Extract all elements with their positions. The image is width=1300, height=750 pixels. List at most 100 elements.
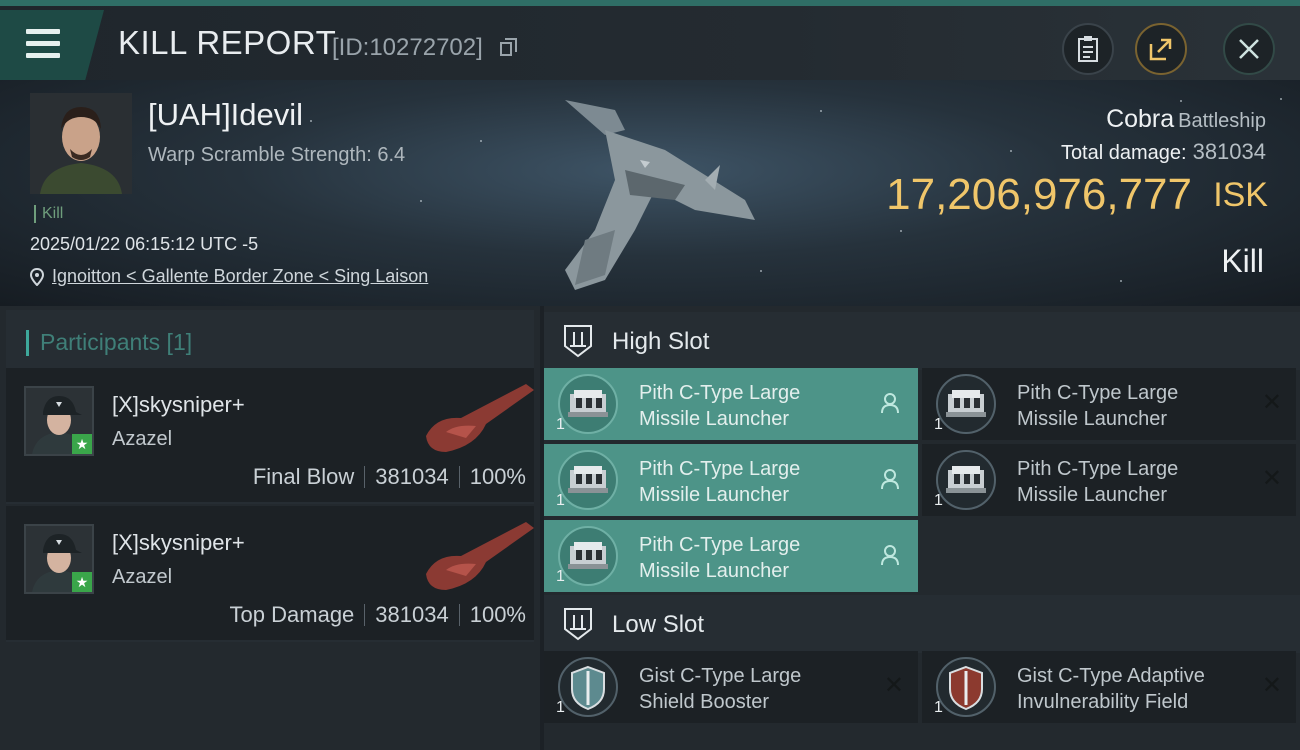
participant-row[interactable]: ★ [X]skysniper+ Azazel Final Blow 381034… <box>6 368 534 504</box>
pilot-icon <box>881 545 899 566</box>
module-name: Pith C-Type Large Missile Launcher <box>639 458 801 506</box>
clipboard-icon <box>1078 36 1098 62</box>
isk-value: 17,206,976,777 <box>886 170 1192 219</box>
location-link[interactable]: Ignoitton < Gallente Border Zone < Sing … <box>52 266 428 287</box>
kill-location[interactable]: Ignoitton < Gallente Border Zone < Sing … <box>30 266 428 287</box>
report-id: [ID:10272702] <box>332 34 483 61</box>
high-slot-header: High Slot <box>544 312 1300 370</box>
pilot-icon <box>881 469 899 490</box>
module-name: Pith C-Type Large Missile Launcher <box>639 382 801 430</box>
module-item[interactable]: 1 Gist C-Type Adaptive Invulnerability Fi… <box>922 651 1296 723</box>
module-item[interactable]: 1 Pith C-Type Large Missile Launcher ✕ <box>922 368 1296 440</box>
kill-datetime: 2025/01/22 06:15:12 UTC -5 <box>30 234 259 254</box>
share-button[interactable] <box>1135 23 1187 75</box>
avatar[interactable]: ★ <box>24 386 94 456</box>
page-title: KILL REPORT <box>118 24 337 61</box>
ship-name[interactable]: Cobra <box>1106 105 1174 133</box>
location-pin-icon <box>30 267 44 286</box>
participants-title: Participants [1] <box>40 329 193 355</box>
participants-header: Participants [1] <box>6 310 534 368</box>
participant-damage: 381034 <box>375 464 449 489</box>
victim-name[interactable]: [UAH]Idevil <box>148 97 303 133</box>
module-item[interactable]: 1 Gist C-Type Large Shield Booster ✕ <box>544 651 918 723</box>
menu-button[interactable] <box>0 10 104 80</box>
module-name: Pith C-Type Large Missile Launcher <box>1017 458 1179 506</box>
module-quantity: 1 <box>934 699 943 716</box>
module-item[interactable]: 1 Pith C-Type Large Missile Launcher <box>544 444 918 516</box>
avatar[interactable]: ★ <box>24 524 94 594</box>
clipboard-button[interactable] <box>1062 23 1114 75</box>
divider <box>364 604 366 626</box>
total-damage-value: 381034 <box>1192 139 1266 164</box>
module-quantity: 1 <box>934 416 943 433</box>
module-icon <box>558 657 618 717</box>
module-name: Pith C-Type Large Missile Launcher <box>639 534 801 582</box>
kill-tag: Kill <box>34 205 63 223</box>
participant-ship: Azazel <box>112 566 173 588</box>
module-icon <box>558 450 618 510</box>
share-icon <box>1149 38 1172 61</box>
participant-stats: Final Blow 381034 100% <box>253 464 526 490</box>
module-quantity: 1 <box>934 492 943 509</box>
module-quantity: 1 <box>556 568 565 585</box>
header-accent-bar <box>26 330 29 356</box>
module-icon <box>558 374 618 434</box>
total-damage: Total damage: 381034 <box>1061 139 1266 165</box>
participants-panel: Participants [1] ★ [X]skysniper+ Azazel … <box>0 306 540 750</box>
low-slot-title: Low Slot <box>612 611 705 638</box>
destroyed-x-icon: ✕ <box>1261 389 1282 416</box>
low-slot-header: Low Slot <box>544 595 1300 653</box>
module-name: Gist C-Type Adaptive Invulnerability Fie… <box>1017 665 1205 713</box>
ship-class: Battleship <box>1178 110 1266 132</box>
divider <box>458 604 460 626</box>
copy-icon[interactable] <box>500 38 517 56</box>
module-quantity: 1 <box>556 416 565 433</box>
participant-name[interactable]: [X]skysniper+ <box>112 530 245 556</box>
module-item[interactable]: 1 Pith C-Type Large Missile Launcher ✕ <box>922 444 1296 516</box>
module-icon <box>936 450 996 510</box>
module-name: Gist C-Type Large Shield Booster <box>639 665 802 713</box>
participant-ship-image <box>426 522 534 590</box>
fitting-panel: High Slot 1 Pith C-Type Large Missile Lau… <box>544 306 1300 750</box>
victim-ship-image <box>565 100 755 290</box>
module-icon <box>936 374 996 434</box>
module-quantity: 1 <box>556 699 565 716</box>
participant-percent: 100% <box>469 602 526 627</box>
participant-name[interactable]: [X]skysniper+ <box>112 392 245 418</box>
participant-row[interactable]: ★ [X]skysniper+ Azazel Top Damage 381034… <box>6 506 534 642</box>
participant-role: Top Damage <box>229 602 355 627</box>
destroyed-x-icon: ✕ <box>883 672 904 699</box>
victim-avatar <box>30 93 132 194</box>
participant-damage: 381034 <box>375 602 449 627</box>
victim-portrait[interactable] <box>30 93 132 194</box>
participant-ship: Azazel <box>112 428 173 450</box>
participant-ship-image <box>426 384 534 452</box>
destroyed-x-icon: ✕ <box>1261 465 1282 492</box>
module-icon <box>558 526 618 586</box>
destroyed-x-icon: ✕ <box>1261 672 1282 699</box>
high-slot-title: High Slot <box>612 328 710 355</box>
warp-scramble-strength: Warp Scramble Strength: 6.4 <box>148 144 406 166</box>
star-icon: ★ <box>72 434 92 454</box>
module-quantity: 1 <box>556 492 565 509</box>
kill-result: Kill <box>1221 243 1264 279</box>
close-button[interactable] <box>1223 23 1275 75</box>
slot-icon <box>564 325 592 358</box>
module-icon <box>936 657 996 717</box>
total-damage-label: Total damage: <box>1060 142 1187 164</box>
victim-ship: Cobra Battleship <box>1106 105 1266 134</box>
pilot-icon <box>881 393 899 414</box>
star-icon: ★ <box>72 572 92 592</box>
divider <box>458 466 460 488</box>
module-item[interactable]: 1 Pith C-Type Large Missile Launcher <box>544 520 918 592</box>
top-bar: KILL REPORT [ID:10272702] <box>0 0 1300 80</box>
kill-summary-panel: [UAH]Idevil Warp Scramble Strength: 6.4 … <box>0 80 1300 306</box>
participant-role: Final Blow <box>252 464 355 489</box>
close-icon <box>1239 39 1259 59</box>
module-name: Pith C-Type Large Missile Launcher <box>1017 382 1179 430</box>
slot-icon <box>564 608 592 641</box>
divider <box>364 466 366 488</box>
participant-percent: 100% <box>469 464 526 489</box>
participant-stats: Top Damage 381034 100% <box>230 602 526 628</box>
module-item[interactable]: 1 Pith C-Type Large Missile Launcher <box>544 368 918 440</box>
